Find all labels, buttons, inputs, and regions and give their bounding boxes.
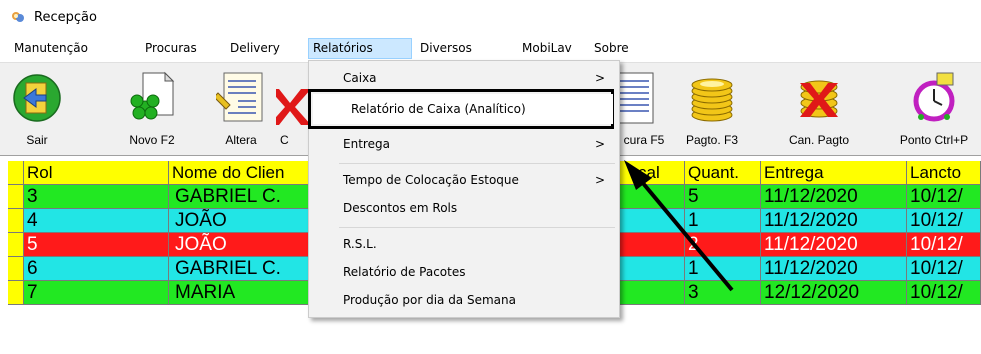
menu-bar: Manutenção Procuras Delivery Relatórios …	[0, 36, 981, 60]
payment-label: Pagto. F3	[685, 133, 739, 147]
time-clock-label: Ponto Ctrl+P	[899, 133, 969, 147]
exit-door-icon	[13, 74, 61, 122]
cell-entrega: 11/12/2020	[761, 233, 907, 257]
row-indicator	[8, 161, 24, 185]
column-header-lancto[interactable]: Lancto	[907, 161, 981, 185]
row-indicator	[8, 185, 24, 209]
cell-nome: GABRIEL C.	[169, 185, 311, 209]
menu-item-producao-semana[interactable]: Produção por dia da Semana	[309, 287, 619, 313]
cell-lancto: 10/12/	[907, 281, 981, 305]
payment-button[interactable]: Pagto. F3	[676, 63, 748, 157]
coins-icon	[691, 78, 733, 122]
menu-diversos[interactable]: Diversos	[416, 38, 476, 59]
cell-rol: 4	[24, 209, 169, 233]
menu-item-caixa[interactable]: Caixa >	[309, 65, 619, 91]
menu-item-rsl-label: R.S.L.	[343, 237, 377, 251]
cell-entrega: 11/12/2020	[761, 209, 907, 233]
search-document-icon	[618, 72, 654, 124]
column-header-rol[interactable]: Rol	[24, 161, 169, 185]
row-indicator	[8, 233, 24, 257]
menu-separator	[339, 163, 615, 164]
search-button[interactable]: cura F5	[618, 63, 670, 157]
cell-local	[620, 233, 685, 257]
cell-nome: JOÃO	[169, 209, 311, 233]
new-label: Novo F2	[129, 133, 175, 147]
cell-quant: 1	[685, 209, 761, 233]
menu-sobre[interactable]: Sobre	[590, 38, 633, 59]
cell-entrega: 12/12/2020	[761, 281, 907, 305]
time-clock-button[interactable]: Ponto Ctrl+P	[888, 63, 980, 157]
cell-quant: 2	[685, 233, 761, 257]
cell-local	[620, 185, 685, 209]
edit-button[interactable]: Altera	[206, 63, 276, 157]
edit-document-icon	[216, 72, 263, 122]
new-document-icon	[130, 71, 175, 120]
menu-item-tempo-estoque[interactable]: Tempo de Colocação Estoque >	[309, 167, 619, 193]
exit-label: Sair	[26, 133, 48, 147]
menu-item-descontos[interactable]: Descontos em Rols	[309, 195, 619, 221]
relatorios-dropdown-menu: Caixa > Entrega > Tempo de Colocação Est…	[308, 60, 620, 318]
cell-rol: 7	[24, 281, 169, 305]
menu-relatorios[interactable]: Relatórios	[308, 38, 412, 59]
column-header-entrega[interactable]: Entrega	[761, 161, 907, 185]
menu-item-pacotes[interactable]: Relatório de Pacotes	[309, 259, 619, 285]
menu-item-producao-semana-label: Produção por dia da Semana	[343, 293, 516, 307]
column-header-local[interactable]: cal	[620, 161, 685, 185]
cell-local	[620, 209, 685, 233]
menu-manutencao[interactable]: Manutenção	[10, 38, 92, 59]
cell-entrega: 11/12/2020	[761, 185, 907, 209]
new-button[interactable]: Novo F2	[116, 63, 188, 157]
cell-rol: 6	[24, 257, 169, 281]
menu-mobilav[interactable]: MobiLav	[518, 38, 576, 59]
cell-quant: 5	[685, 185, 761, 209]
cancel-payment-button[interactable]: Can. Pagto	[776, 63, 862, 157]
column-header-nome[interactable]: Nome do Clien	[169, 161, 311, 185]
row-indicator	[8, 281, 24, 305]
cell-quant: 1	[685, 257, 761, 281]
cell-lancto: 10/12/	[907, 233, 981, 257]
edit-label: Altera	[225, 133, 257, 147]
cell-lancto: 10/12/	[907, 185, 981, 209]
menu-item-rsl[interactable]: R.S.L.	[309, 231, 619, 257]
submenu-arrow-icon: >	[594, 71, 605, 85]
exit-button[interactable]: Sair	[4, 63, 70, 157]
menu-separator	[339, 227, 615, 228]
menu-item-entrega-label: Entrega	[343, 137, 390, 151]
cell-lancto: 10/12/	[907, 257, 981, 281]
submenu-arrow-icon: >	[594, 137, 605, 151]
menu-procuras[interactable]: Procuras	[141, 38, 201, 59]
app-icon	[12, 12, 24, 22]
cell-rol: 3	[24, 185, 169, 209]
search-label: cura F5	[623, 133, 665, 147]
cell-rol: 5	[24, 233, 169, 257]
row-indicator	[8, 257, 24, 281]
cell-nome: JOÃO	[169, 233, 311, 257]
menu-item-entrega[interactable]: Entrega >	[309, 131, 619, 157]
cancel-label: C	[280, 133, 289, 147]
cancel-payment-label: Can. Pagto	[788, 133, 850, 147]
menu-item-descontos-label: Descontos em Rols	[343, 201, 458, 215]
menu-delivery[interactable]: Delivery	[226, 38, 284, 59]
cancel-icon	[276, 89, 308, 125]
cell-entrega: 11/12/2020	[761, 257, 907, 281]
menu-item-tempo-estoque-label: Tempo de Colocação Estoque	[343, 173, 519, 187]
menu-item-caixa-label: Caixa	[343, 71, 377, 85]
column-header-quant[interactable]: Quant.	[685, 161, 761, 185]
cell-local	[620, 281, 685, 305]
submenu-arrow-icon: >	[594, 173, 605, 187]
cell-local	[620, 257, 685, 281]
cancel-button[interactable]: C	[276, 63, 308, 157]
title-bar: Recepção	[0, 0, 981, 32]
cell-lancto: 10/12/	[907, 209, 981, 233]
cancel-payment-icon	[800, 80, 838, 118]
clock-icon	[913, 72, 955, 122]
cell-quant: 3	[685, 281, 761, 305]
window-title: Recepção	[34, 10, 97, 25]
menu-item-pacotes-label: Relatório de Pacotes	[343, 265, 466, 279]
cell-nome: MARIA	[169, 281, 311, 305]
row-indicator	[8, 209, 24, 233]
cell-nome: GABRIEL C.	[169, 257, 311, 281]
